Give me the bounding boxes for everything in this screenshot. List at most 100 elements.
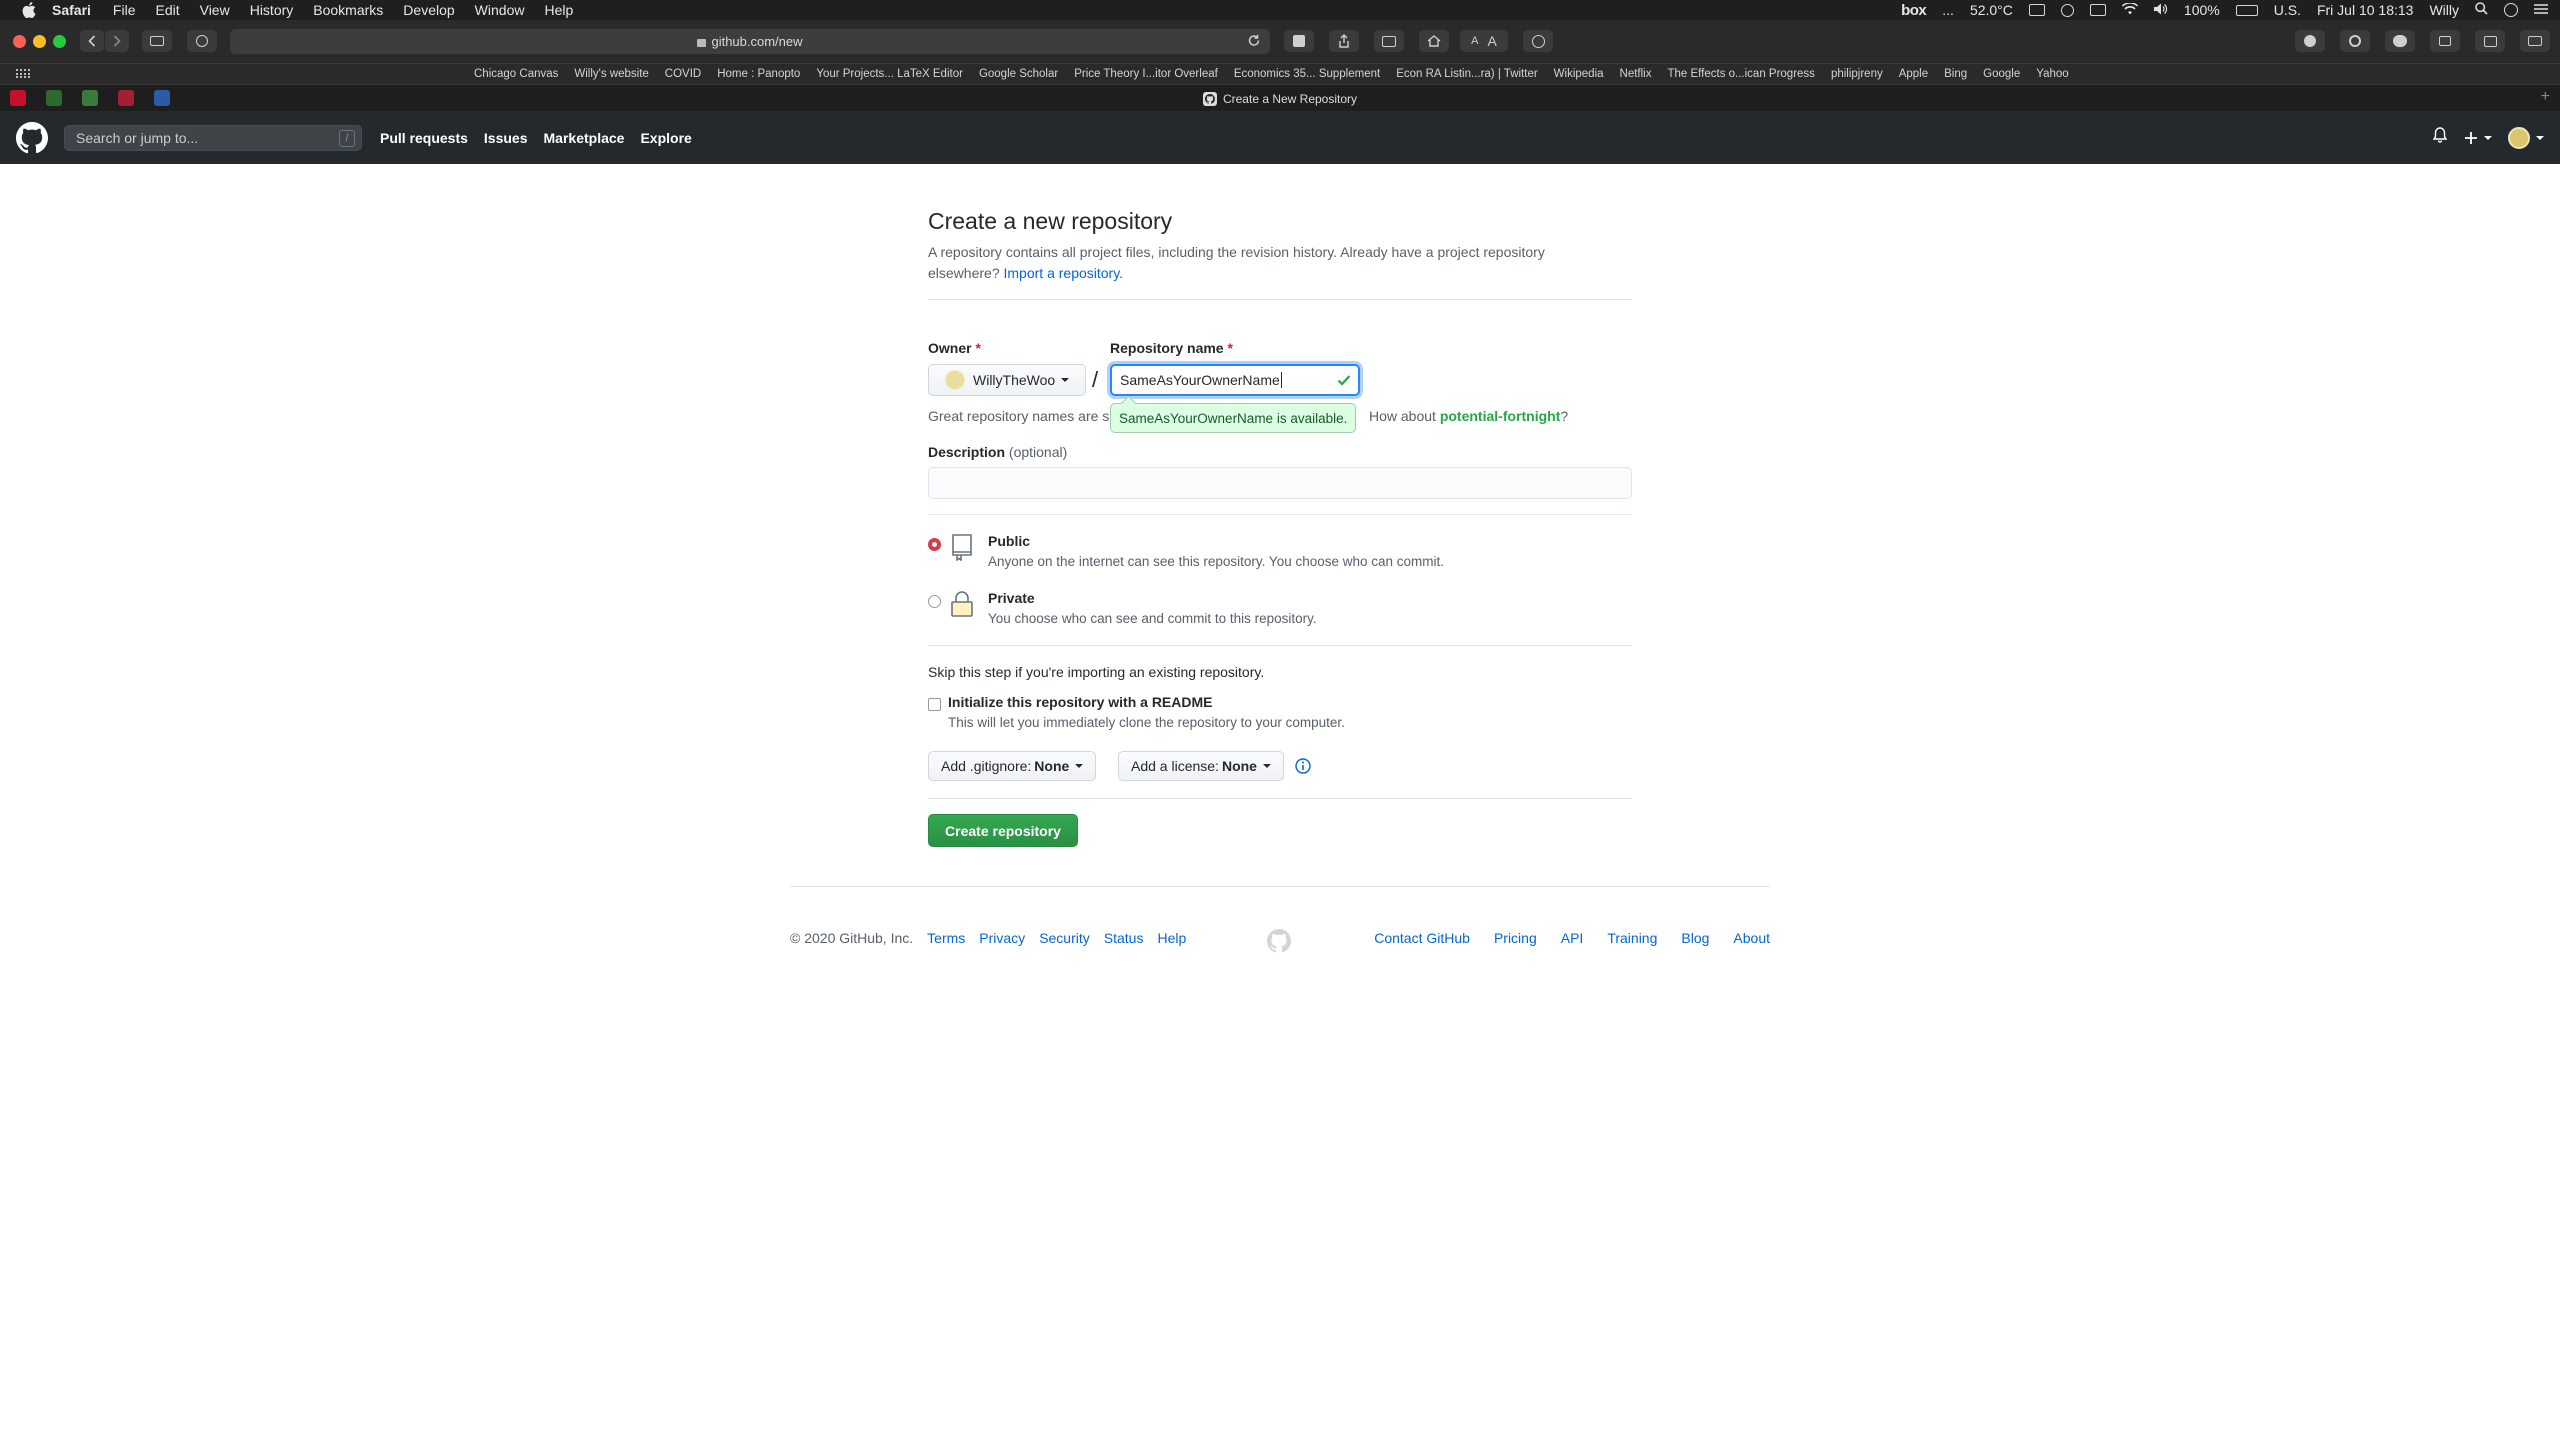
box-status[interactable]: box	[1901, 2, 1927, 19]
user-menu-button[interactable]	[2508, 126, 2544, 149]
gitignore-select[interactable]: Add .gitignore: None	[928, 751, 1097, 781]
nav-marketplace[interactable]: Marketplace	[544, 130, 625, 146]
menu-develop[interactable]: Develop	[403, 2, 454, 18]
text-smaller[interactable]: A	[1471, 35, 1478, 47]
menu-window[interactable]: Window	[475, 2, 525, 18]
github-logo-icon[interactable]	[16, 122, 48, 154]
menu-help[interactable]: Help	[544, 2, 573, 18]
footer-link-help[interactable]: Help	[1157, 930, 1186, 946]
footer-link-security[interactable]: Security	[1039, 930, 1090, 946]
close-window-button[interactable]	[13, 35, 26, 48]
menu-edit[interactable]: Edit	[155, 2, 179, 18]
footer-link-pricing[interactable]: Pricing	[1494, 930, 1537, 946]
input-source[interactable]: U.S.	[2274, 2, 2301, 18]
readme-checkbox[interactable]	[928, 698, 941, 711]
new-note-button[interactable]	[2475, 30, 2505, 52]
favorite-link[interactable]: Apple	[1899, 68, 1928, 80]
search-input[interactable]: Search or jump to... /	[64, 125, 362, 151]
owner-select[interactable]: WillyTheWoo	[928, 364, 1086, 396]
github-mark-icon[interactable]	[1267, 929, 1291, 953]
more-status[interactable]: ...	[1942, 2, 1954, 18]
bell-icon[interactable]	[2432, 126, 2448, 149]
favorite-link[interactable]: Chicago Canvas	[474, 68, 558, 80]
favorite-link[interactable]: Econ RA Listin...ra) | Twitter	[1396, 68, 1537, 80]
menu-file[interactable]: File	[113, 2, 136, 18]
favorite-link[interactable]: Economics 35... Supplement	[1234, 68, 1380, 80]
menu-app-safari[interactable]: Safari	[52, 2, 91, 18]
info-icon[interactable]	[1295, 758, 1311, 774]
nav-issues[interactable]: Issues	[484, 130, 528, 146]
favorite-link[interactable]: Netflix	[1620, 68, 1652, 80]
reading-list-button[interactable]	[1374, 30, 1404, 52]
favorite-link[interactable]: Price Theory I...itor Overleaf	[1074, 68, 1218, 80]
footer-link-about[interactable]: About	[1733, 930, 1770, 946]
info-button[interactable]	[1523, 30, 1553, 52]
reload-icon[interactable]	[1248, 34, 1260, 50]
favorite-link[interactable]: Willy's website	[574, 68, 648, 80]
create-repository-button[interactable]: Create repository	[928, 814, 1078, 847]
spotlight-icon[interactable]	[2475, 2, 2488, 18]
pinned-tab-shield-icon[interactable]	[10, 90, 26, 106]
footer-link-blog[interactable]: Blog	[1681, 930, 1709, 946]
favorite-link[interactable]: The Effects o...ican Progress	[1667, 68, 1814, 80]
footer-link-terms[interactable]: Terms	[927, 930, 965, 946]
favorite-link[interactable]: philipjreny	[1831, 68, 1883, 80]
favorite-link[interactable]: Yahoo	[2036, 68, 2068, 80]
description-input[interactable]	[928, 467, 1632, 499]
airplay-icon[interactable]	[2089, 4, 2106, 16]
favorite-link[interactable]: Google Scholar	[979, 68, 1058, 80]
sidebar-button[interactable]	[142, 30, 172, 52]
history-button[interactable]	[187, 30, 217, 52]
user-menu[interactable]: Willy	[2429, 2, 2459, 18]
footer-link-training[interactable]: Training	[1607, 930, 1657, 946]
pinned-tab-refresh-icon[interactable]	[46, 90, 62, 106]
volume-icon[interactable]	[2153, 2, 2168, 18]
favorite-link[interactable]: Bing	[1944, 68, 1967, 80]
battery-status[interactable]: 100%	[2184, 2, 2220, 18]
favorite-link[interactable]: Google	[1983, 68, 2020, 80]
public-radio[interactable]	[928, 538, 941, 551]
tab-active[interactable]: Create a New Repository	[1202, 85, 1357, 112]
favorite-link[interactable]: COVID	[665, 68, 701, 80]
footer-link-api[interactable]: API	[1561, 930, 1584, 946]
private-radio[interactable]	[928, 595, 941, 608]
license-select[interactable]: Add a license: None	[1118, 751, 1284, 781]
pinned-tab-a-icon[interactable]	[154, 90, 170, 106]
readme-label[interactable]: Initialize this repository with a README	[948, 694, 1212, 710]
apple-icon[interactable]	[20, 2, 38, 18]
footer-link-status[interactable]: Status	[1104, 930, 1144, 946]
back-button[interactable]	[80, 30, 104, 52]
menu-bookmarks[interactable]: Bookmarks	[313, 2, 383, 18]
text-larger[interactable]: A	[1488, 33, 1497, 49]
address-bar[interactable]: github.com/new	[230, 29, 1270, 54]
download-button[interactable]	[2295, 30, 2325, 52]
home-button[interactable]	[1419, 30, 1449, 52]
temperature-status[interactable]: 52.0°C	[1970, 2, 2013, 18]
time-machine-icon[interactable]	[2060, 3, 2074, 17]
menu-view[interactable]: View	[200, 2, 230, 18]
extension-button-1[interactable]	[1284, 30, 1314, 52]
nav-pull-requests[interactable]: Pull requests	[380, 130, 468, 146]
display-icon[interactable]	[2028, 4, 2045, 16]
wifi-icon[interactable]	[2121, 2, 2138, 18]
footer-link-contact[interactable]: Contact GitHub	[1374, 930, 1470, 946]
pinned-tab-leaf-icon[interactable]	[82, 90, 98, 106]
sidebar-right-button[interactable]	[2520, 30, 2550, 52]
menu-history[interactable]: History	[250, 2, 294, 18]
favorite-link[interactable]: Home : Panopto	[717, 68, 800, 80]
favorites-grid-icon[interactable]	[16, 69, 30, 79]
pinned-tab-mit-icon[interactable]	[118, 90, 134, 106]
create-new-menu[interactable]	[2464, 131, 2492, 145]
repo-name-input[interactable]: SameAsYourOwnerName	[1110, 364, 1360, 396]
siri-icon[interactable]	[2504, 3, 2518, 17]
favorite-link[interactable]: Wikipedia	[1554, 68, 1604, 80]
footer-link-privacy[interactable]: Privacy	[979, 930, 1025, 946]
suggested-name[interactable]: potential-fortnight	[1440, 408, 1561, 424]
zoom-window-button[interactable]	[53, 35, 66, 48]
favorite-link[interactable]: Your Projects... LaTeX Editor	[816, 68, 963, 80]
tab-overview-button[interactable]	[2430, 30, 2460, 52]
new-tab-icon[interactable]: +	[2541, 88, 2550, 106]
control-center-icon[interactable]	[2534, 2, 2548, 18]
text-size-buttons[interactable]: A A	[1460, 30, 1508, 52]
minimize-window-button[interactable]	[33, 35, 46, 48]
